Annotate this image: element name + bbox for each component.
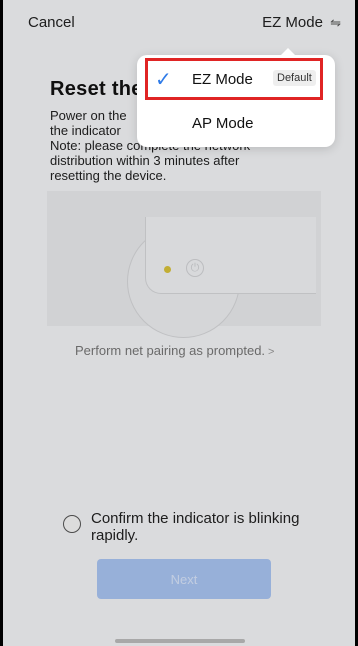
dropdown-caret [281, 48, 295, 55]
screen: Cancel EZ Mode ⇋ Reset the Power on the … [3, 0, 355, 646]
menu-item-ap-mode[interactable]: AP Mode [145, 106, 325, 142]
highlight-box [145, 58, 323, 100]
menu-item-label: AP Mode [192, 115, 254, 132]
